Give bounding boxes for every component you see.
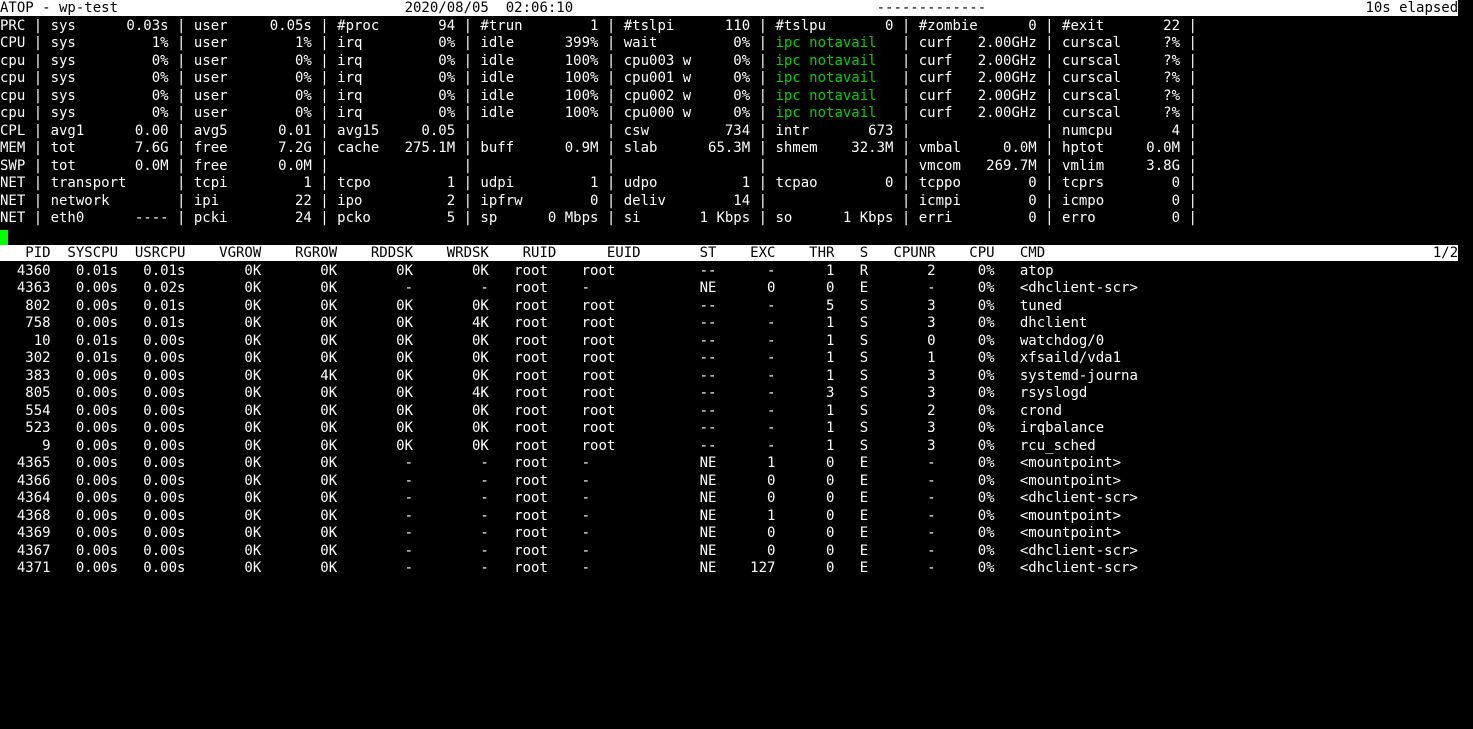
summary-row: NET | network | ipi 22 | ipo 2 | ipfrw 0… — [0, 193, 1473, 211]
process-row[interactable]: 10 0.01s 0.00s 0K 0K 0K 0K root root -- … — [0, 333, 1473, 351]
process-row[interactable]: 9 0.00s 0.00s 0K 0K 0K 0K root root -- -… — [0, 438, 1473, 456]
process-row[interactable]: 4360 0.01s 0.01s 0K 0K 0K 0K root root -… — [0, 263, 1473, 281]
process-row[interactable]: 805 0.00s 0.00s 0K 0K 0K 4K root root --… — [0, 385, 1473, 403]
process-row[interactable]: 4363 0.00s 0.02s 0K 0K - - root - NE 0 0… — [0, 280, 1473, 298]
process-row[interactable]: 523 0.00s 0.00s 0K 0K 0K 0K root root --… — [0, 420, 1473, 438]
summary-row: CPL | avg1 0.00 | avg5 0.01 | avg15 0.05… — [0, 123, 1473, 141]
atop-title-bar: ATOP - wp-test 2020/08/05 02:06:10 -----… — [0, 0, 1458, 16]
summary-row: NET | transport | tcpi 1 | tcpo 1 | udpi… — [0, 175, 1473, 193]
process-row[interactable]: 4369 0.00s 0.00s 0K 0K - - root - NE 0 0… — [0, 525, 1473, 543]
summary-row: MEM | tot 7.6G | free 7.2G | cache 275.1… — [0, 140, 1473, 158]
process-row[interactable]: 4366 0.00s 0.00s 0K 0K - - root - NE 0 0… — [0, 473, 1473, 491]
process-row[interactable]: 4367 0.00s 0.00s 0K 0K - - root - NE 0 0… — [0, 543, 1473, 561]
process-row[interactable]: 4368 0.00s 0.00s 0K 0K - - root - NE 1 0… — [0, 508, 1473, 526]
summary-row: cpu | sys 0% | user 0% | irq 0% | idle 1… — [0, 53, 1473, 71]
process-row[interactable]: 802 0.00s 0.01s 0K 0K 0K 0K root root --… — [0, 298, 1473, 316]
process-row[interactable]: 554 0.00s 0.00s 0K 0K 0K 0K root root --… — [0, 403, 1473, 421]
summary-row: CPU | sys 1% | user 1% | irq 0% | idle 3… — [0, 35, 1473, 53]
summary-row: NET | eth0 ---- | pcki 24 | pcko 5 | sp … — [0, 210, 1473, 228]
process-row[interactable]: 4364 0.00s 0.00s 0K 0K - - root - NE 0 0… — [0, 490, 1473, 508]
process-row[interactable]: 4371 0.00s 0.00s 0K 0K - - root - NE 127… — [0, 560, 1473, 578]
cursor-icon — [0, 230, 8, 245]
summary-row: cpu | sys 0% | user 0% | irq 0% | idle 1… — [0, 105, 1473, 123]
process-header: PID SYSCPU USRCPU VGROW RGROW RDDSK WRDS… — [0, 245, 1458, 261]
cursor-line — [0, 228, 1473, 246]
process-row[interactable]: 383 0.00s 0.00s 0K 4K 0K 0K root root --… — [0, 368, 1473, 386]
process-row[interactable]: 4365 0.00s 0.00s 0K 0K - - root - NE 1 0… — [0, 455, 1473, 473]
process-row[interactable]: 758 0.00s 0.01s 0K 0K 0K 4K root root --… — [0, 315, 1473, 333]
summary-row: PRC | sys 0.03s | user 0.05s | #proc 94 … — [0, 18, 1473, 36]
atop-terminal[interactable]: ATOP - wp-test 2020/08/05 02:06:10 -----… — [0, 0, 1473, 578]
summary-row: cpu | sys 0% | user 0% | irq 0% | idle 1… — [0, 70, 1473, 88]
process-row[interactable]: 302 0.01s 0.00s 0K 0K 0K 0K root root --… — [0, 350, 1473, 368]
summary-row: cpu | sys 0% | user 0% | irq 0% | idle 1… — [0, 88, 1473, 106]
summary-row: SWP | tot 0.0M | free 0.0M | | | | | vmc… — [0, 158, 1473, 176]
